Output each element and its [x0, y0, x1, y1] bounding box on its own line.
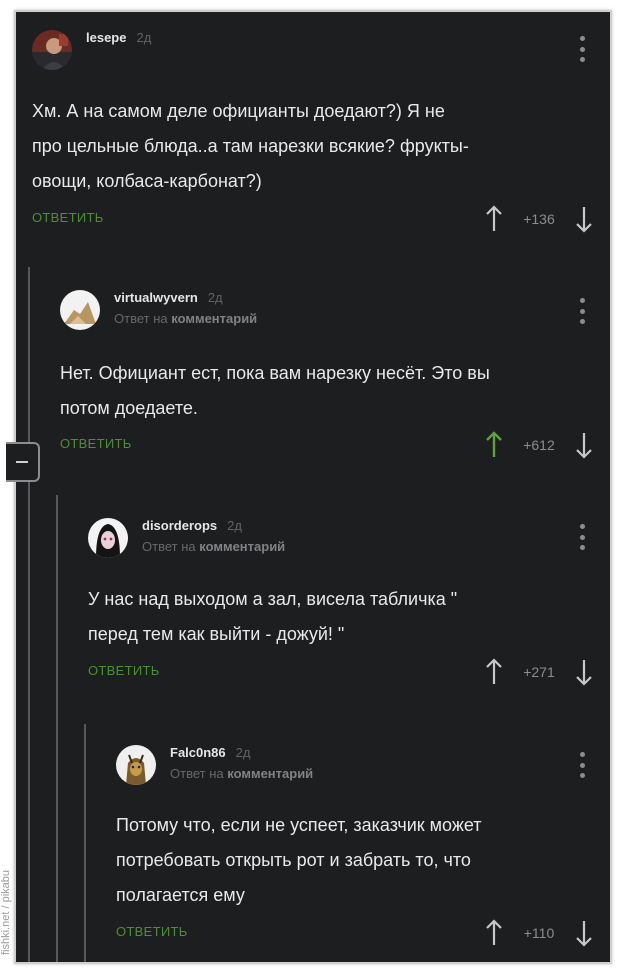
kebab-menu-icon[interactable]	[574, 298, 590, 324]
username[interactable]: disorderops	[142, 518, 217, 533]
kebab-menu-icon[interactable]	[574, 36, 590, 62]
timestamp: 2д	[136, 30, 152, 45]
timestamp: 2д	[207, 290, 223, 305]
rating: +136	[523, 211, 555, 227]
minus-icon	[16, 461, 28, 463]
reply-button[interactable]: ОТВЕТИТЬ	[60, 436, 132, 451]
reply-to: Ответ на комментарий	[142, 539, 285, 554]
comment-text: Потому что, если не успеет, заказчик мож…	[116, 815, 482, 905]
thread-line-level-1[interactable]	[28, 267, 30, 962]
reply-to: Ответ на комментарий	[114, 311, 257, 326]
watermark: fishki.net / pikabu	[0, 870, 12, 955]
timestamp: 2д	[235, 745, 251, 760]
avatar[interactable]	[60, 290, 100, 330]
reply-button[interactable]: ОТВЕТИТЬ	[88, 663, 160, 678]
avatar[interactable]	[88, 518, 128, 558]
reply-to-prefix: Ответ на	[114, 311, 168, 326]
username[interactable]: Falc0n86	[170, 745, 226, 760]
arrow-up-icon[interactable]	[484, 919, 504, 947]
comment-text: Хм. А на самом деле официанты доедают?) …	[32, 101, 469, 191]
reply-to-prefix: Ответ на	[170, 766, 224, 781]
comment-text: Нет. Официант ест, пока вам нарезку несё…	[60, 363, 490, 418]
arrow-down-icon[interactable]	[574, 431, 594, 459]
username[interactable]: lesepe	[86, 30, 126, 45]
reply-to-prefix: Ответ на	[142, 539, 196, 554]
rating: +271	[523, 664, 555, 680]
thread-line-level-2[interactable]	[56, 495, 58, 962]
arrow-down-icon[interactable]	[574, 205, 594, 233]
timestamp: 2д	[227, 518, 242, 533]
reply-to-link[interactable]: комментарий	[199, 539, 285, 554]
arrow-up-icon[interactable]	[484, 205, 504, 233]
arrow-up-icon[interactable]	[484, 431, 504, 459]
comment-thread: lesepe 2д Хм. А на самом деле официанты …	[14, 10, 612, 964]
username[interactable]: virtualwyvern	[114, 290, 198, 305]
collapse-thread-button[interactable]	[6, 442, 40, 482]
comment-text: У нас над выходом а зал, висела табличка…	[88, 589, 458, 644]
reply-to: Ответ на комментарий	[170, 766, 313, 781]
kebab-menu-icon[interactable]	[574, 752, 590, 778]
avatar[interactable]	[32, 30, 72, 70]
kebab-menu-icon[interactable]	[574, 524, 590, 550]
reply-to-link[interactable]: комментарий	[227, 766, 313, 781]
reply-button[interactable]: ОТВЕТИТЬ	[116, 924, 188, 939]
rating: +612	[523, 437, 555, 453]
reply-button[interactable]: ОТВЕТИТЬ	[32, 210, 104, 225]
arrow-down-icon[interactable]	[574, 658, 594, 686]
rating: +110	[523, 925, 555, 941]
reply-to-link[interactable]: комментарий	[171, 311, 257, 326]
arrow-up-icon[interactable]	[484, 658, 504, 686]
arrow-down-icon[interactable]	[574, 919, 594, 947]
avatar[interactable]	[116, 745, 156, 785]
